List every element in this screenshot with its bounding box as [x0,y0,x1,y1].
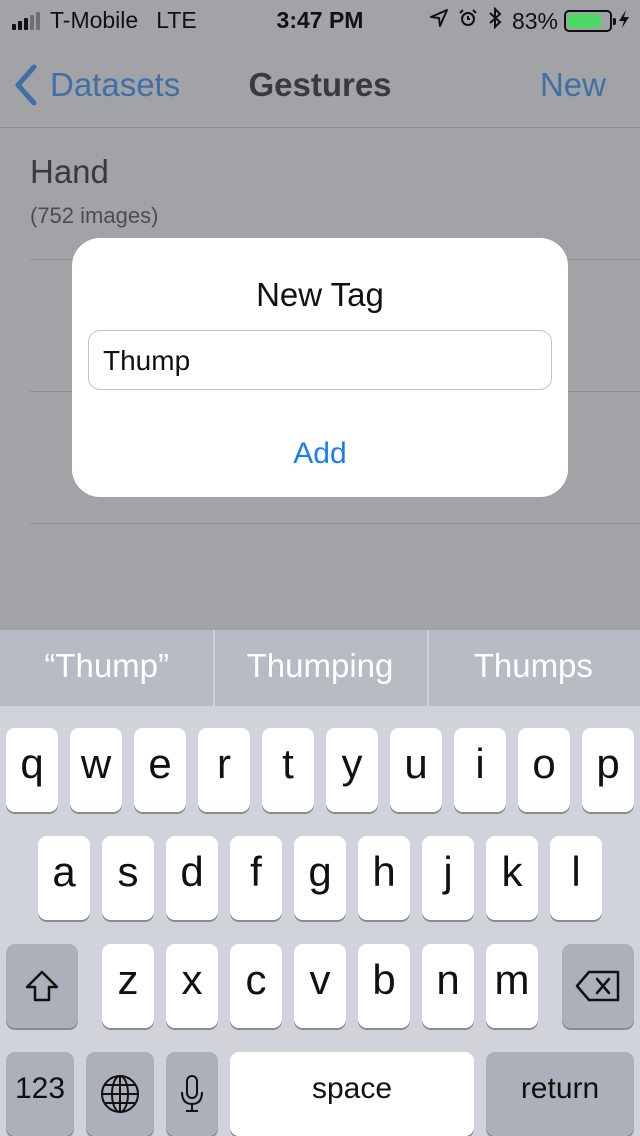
key-d[interactable]: d [166,836,218,920]
charging-icon [618,8,630,35]
bluetooth-icon [488,6,502,35]
key-b[interactable]: b [358,944,410,1028]
key-s[interactable]: s [102,836,154,920]
alarm-icon [458,8,478,34]
space-key[interactable]: space [230,1052,474,1136]
key-z[interactable]: z [102,944,154,1028]
key-l[interactable]: l [550,836,602,920]
key-x[interactable]: x [166,944,218,1028]
new-button[interactable]: New [540,66,606,104]
key-w[interactable]: w [70,728,122,812]
key-g[interactable]: g [294,836,346,920]
suggestion-item[interactable]: Thumping [213,630,426,706]
key-y[interactable]: y [326,728,378,812]
status-bar: T-Mobile LTE 3:47 PM 83% [0,0,640,40]
key-e[interactable]: e [134,728,186,812]
key-v[interactable]: v [294,944,346,1028]
return-key[interactable]: return [486,1052,634,1136]
battery-percent: 83% [511,7,558,34]
keyboard: q w e r t y u i o p a s d f g h j k l z … [0,706,640,1136]
key-c[interactable]: c [230,944,282,1028]
key-m[interactable]: m [486,944,538,1028]
globe-icon [101,1075,139,1113]
battery-fill [568,14,601,28]
backspace-icon [575,970,620,1002]
key-a[interactable]: a [38,836,90,920]
microphone-icon [181,1075,203,1112]
tag-name-input[interactable]: Thump [88,330,552,390]
predictive-bar: “Thump” Thumping Thumps [0,630,640,706]
delete-key[interactable] [562,944,634,1028]
location-icon [429,9,448,33]
key-h[interactable]: h [358,836,410,920]
key-t[interactable]: t [262,728,314,812]
status-right: 83% [429,6,630,35]
key-r[interactable]: r [198,728,250,812]
key-f[interactable]: f [230,836,282,920]
key-i[interactable]: i [454,728,506,812]
globe-key[interactable] [86,1052,154,1136]
suggestion-item[interactable]: Thumps [426,630,640,706]
navigation-bar: Datasets Gestures New [0,40,640,128]
key-o[interactable]: o [518,728,570,812]
shift-icon [25,970,59,1002]
key-k[interactable]: k [486,836,538,920]
list-item-subtitle: (752 images) [30,203,159,228]
key-n[interactable]: n [422,944,474,1028]
battery-icon [564,10,616,32]
alert-title: New Tag [256,276,384,313]
add-button[interactable]: Add [72,414,568,490]
list-item-title: Hand [30,153,109,190]
key-u[interactable]: u [390,728,442,812]
shift-key[interactable] [6,944,78,1028]
dictation-key[interactable] [166,1052,218,1136]
key-p[interactable]: p [582,728,634,812]
tag-name-value: Thump [103,345,191,376]
suggestion-item[interactable]: “Thump” [0,630,213,706]
numbers-key[interactable]: 123 [6,1052,74,1136]
key-j[interactable]: j [422,836,474,920]
new-tag-alert: New Tag Thump Add [72,238,568,497]
key-q[interactable]: q [6,728,58,812]
